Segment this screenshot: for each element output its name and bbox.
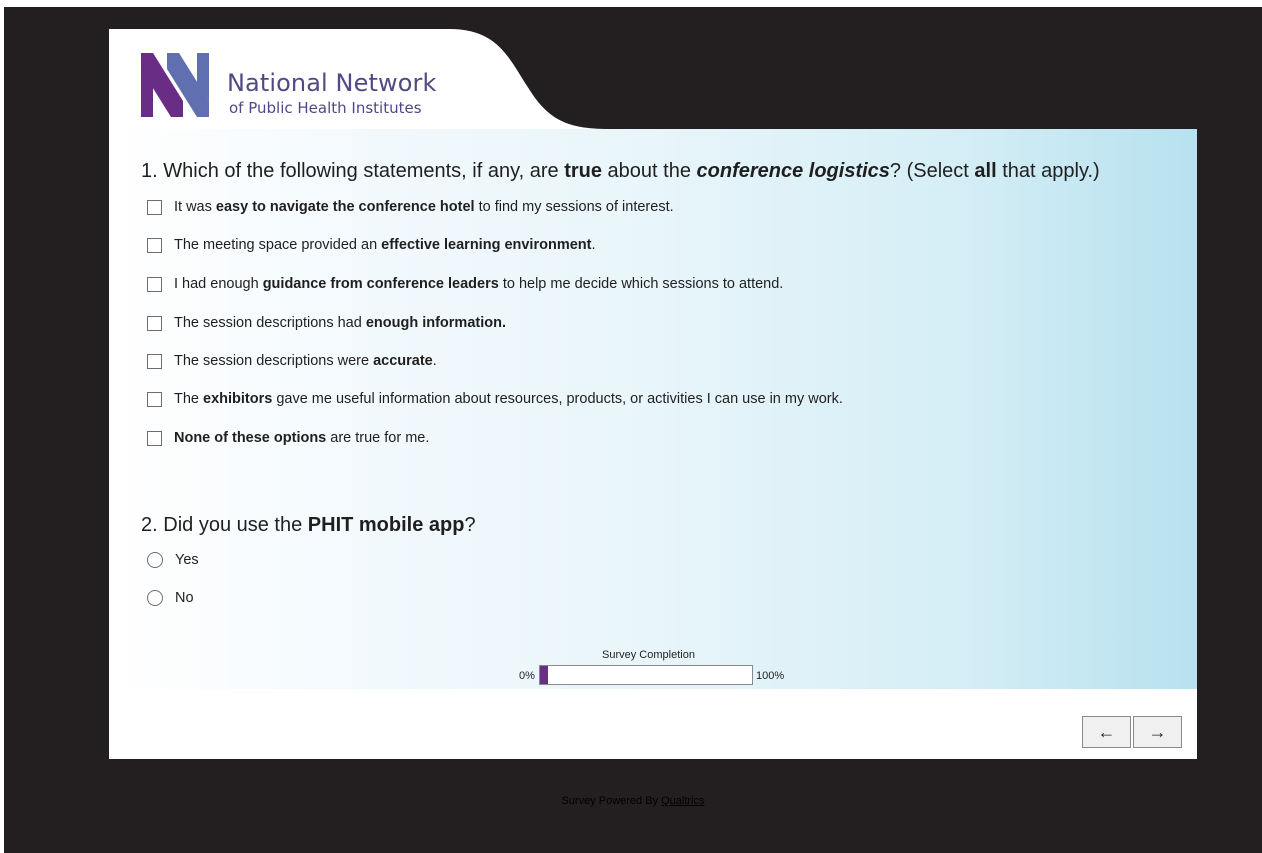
survey-card: National Network of Public Health Instit… — [109, 29, 1197, 759]
progress-max-label: 100% — [756, 670, 785, 682]
checkbox[interactable] — [147, 237, 162, 253]
option-label: Yes — [175, 552, 199, 568]
checkbox[interactable] — [147, 276, 162, 292]
checkbox[interactable] — [147, 353, 162, 369]
back-button[interactable]: ← — [1082, 716, 1131, 748]
q1-option-accurate[interactable]: The session descriptions were accurate. — [147, 350, 437, 372]
q1-option-enough-information[interactable]: The session descriptions had enough info… — [147, 312, 506, 334]
nnphi-logo-icon — [141, 53, 209, 117]
progress-bar — [539, 665, 753, 685]
checkbox[interactable] — [147, 315, 162, 331]
org-name: National Network — [227, 69, 437, 97]
option-label: None of these options are true for me. — [174, 430, 430, 446]
q1-option-none[interactable]: None of these options are true for me. — [147, 427, 429, 449]
org-subtitle: of Public Health Institutes — [229, 99, 422, 117]
next-button[interactable]: → — [1133, 716, 1182, 748]
option-label: The session descriptions were accurate. — [174, 353, 437, 369]
footer: Survey Powered By Qualtrics — [4, 795, 1262, 807]
checkbox[interactable] — [147, 430, 162, 446]
question-1-title: 1. Which of the following statements, if… — [141, 160, 1100, 182]
option-label: No — [175, 590, 194, 606]
progress-label: Survey Completion — [602, 649, 695, 661]
checkbox[interactable] — [147, 199, 162, 215]
radio-button[interactable] — [147, 590, 163, 606]
q1-option-learning-environment[interactable]: The meeting space provided an effective … — [147, 234, 596, 256]
page-background: National Network of Public Health Instit… — [4, 7, 1262, 853]
survey-header: National Network of Public Health Instit… — [109, 29, 1197, 129]
option-label: I had enough guidance from conference le… — [174, 276, 784, 292]
q1-option-easy-navigate[interactable]: It was easy to navigate the conference h… — [147, 196, 674, 218]
question-2-title: 2. Did you use the PHIT mobile app? — [141, 514, 476, 536]
radio-button[interactable] — [147, 552, 163, 568]
footer-text: Survey Powered By — [561, 795, 662, 807]
q2-option-no[interactable]: No — [147, 587, 194, 609]
question-area: 1. Which of the following statements, if… — [109, 129, 1197, 689]
qualtrics-link[interactable]: Qualtrics — [661, 795, 704, 807]
q2-option-yes[interactable]: Yes — [147, 549, 199, 571]
progress-min-label: 0% — [519, 670, 535, 682]
option-label: It was easy to navigate the conference h… — [174, 199, 674, 215]
progress-bar-fill — [540, 666, 549, 684]
checkbox[interactable] — [147, 391, 162, 407]
option-label: The exhibitors gave me useful informatio… — [174, 391, 843, 407]
option-label: The meeting space provided an effective … — [174, 237, 596, 253]
q1-option-exhibitors[interactable]: The exhibitors gave me useful informatio… — [147, 388, 843, 410]
q1-option-guidance[interactable]: I had enough guidance from conference le… — [147, 273, 783, 295]
option-label: The session descriptions had enough info… — [174, 315, 506, 331]
